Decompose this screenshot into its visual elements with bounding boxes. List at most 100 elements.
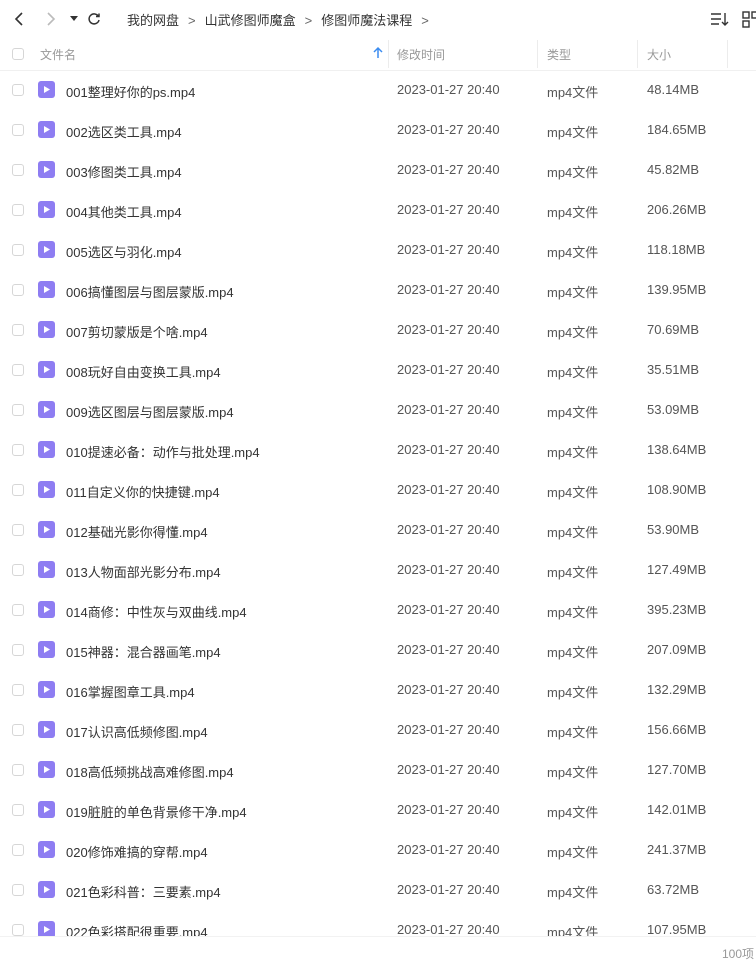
row-checkbox[interactable] <box>12 484 24 496</box>
file-name[interactable]: 002选区类工具.mp4 <box>66 122 182 141</box>
view-mode-button[interactable] <box>742 10 756 28</box>
video-file-icon <box>38 721 55 738</box>
refresh-button[interactable] <box>84 9 104 29</box>
row-checkbox[interactable] <box>12 444 24 456</box>
file-name[interactable]: 004其他类工具.mp4 <box>66 202 182 221</box>
file-name[interactable]: 012基础光影你得懂.mp4 <box>66 522 208 541</box>
file-size: 139.95MB <box>647 282 707 297</box>
row-checkbox[interactable] <box>12 644 24 656</box>
file-name[interactable]: 007剪切蒙版是个啥.mp4 <box>66 322 208 341</box>
forward-button[interactable] <box>40 9 60 29</box>
row-checkbox[interactable] <box>12 364 24 376</box>
back-button[interactable] <box>10 9 30 29</box>
row-checkbox[interactable] <box>12 124 24 136</box>
file-type: mp4文件 <box>547 205 599 220</box>
row-checkbox[interactable] <box>12 724 24 736</box>
file-name[interactable]: 021色彩科普：三要素.mp4 <box>66 882 221 901</box>
video-file-icon <box>38 121 55 138</box>
file-row[interactable]: 001整理好你的ps.mp4 2023-01-27 20:40 mp4文件 48.14… <box>0 70 756 110</box>
file-row[interactable]: 018高低频挑战高难修图.mp4 2023-01-27 20:40 mp4文件 127… <box>0 750 756 790</box>
breadcrumb-item-current[interactable]: 修图师魔法课程 <box>321 10 412 29</box>
file-row[interactable]: 005选区与羽化.mp4 2023-01-27 20:40 mp4文件 118.18M… <box>0 230 756 270</box>
file-name[interactable]: 006搞懂图层与图层蒙版.mp4 <box>66 282 234 301</box>
file-name[interactable]: 015神器：混合器画笔.mp4 <box>66 642 221 661</box>
file-row[interactable]: 022色彩搭配很重要.mp4 2023-01-27 20:40 mp4文件 107.9… <box>0 910 756 936</box>
history-dropdown-button[interactable] <box>64 9 84 29</box>
file-row[interactable]: 017认识高低频修图.mp4 2023-01-27 20:40 mp4文件 156.6… <box>0 710 756 750</box>
file-row[interactable]: 013人物面部光影分布.mp4 2023-01-27 20:40 mp4文件 127.… <box>0 550 756 590</box>
file-type: mp4文件 <box>547 485 599 500</box>
file-name[interactable]: 008玩好自由变换工具.mp4 <box>66 362 221 381</box>
select-all-checkbox[interactable] <box>12 48 24 60</box>
row-checkbox[interactable] <box>12 884 24 896</box>
file-row[interactable]: 007剪切蒙版是个啥.mp4 2023-01-27 20:40 mp4文件 70.69… <box>0 310 756 350</box>
file-name[interactable]: 013人物面部光影分布.mp4 <box>66 562 221 581</box>
status-bar: 100项 <box>0 936 756 968</box>
column-divider[interactable] <box>727 40 728 68</box>
file-name[interactable]: 016掌握图章工具.mp4 <box>66 682 195 701</box>
file-size: 184.65MB <box>647 122 707 137</box>
file-name[interactable]: 001整理好你的ps.mp4 <box>66 82 195 101</box>
file-name[interactable]: 020修饰难搞的穿帮.mp4 <box>66 842 208 861</box>
column-modified-header[interactable]: 修改时间 <box>397 46 445 63</box>
row-checkbox[interactable] <box>12 764 24 776</box>
column-divider[interactable] <box>388 40 389 68</box>
file-name[interactable]: 003修图类工具.mp4 <box>66 162 182 181</box>
video-file-icon <box>38 281 55 298</box>
file-name[interactable]: 017认识高低频修图.mp4 <box>66 722 208 741</box>
file-name[interactable]: 005选区与羽化.mp4 <box>66 242 182 261</box>
file-row[interactable]: 021色彩科普：三要素.mp4 2023-01-27 20:40 mp4文件 63.7… <box>0 870 756 910</box>
file-row[interactable]: 010提速必备：动作与批处理.mp4 2023-01-27 20:40 mp4文件 1… <box>0 430 756 470</box>
column-divider[interactable] <box>637 40 638 68</box>
sort-icon <box>711 13 729 26</box>
file-name[interactable]: 022色彩搭配很重要.mp4 <box>66 922 208 936</box>
column-type-header[interactable]: 类型 <box>547 46 571 63</box>
file-type: mp4文件 <box>547 565 599 580</box>
video-file-icon <box>38 441 55 458</box>
file-name[interactable]: 018高低频挑战高难修图.mp4 <box>66 762 234 781</box>
sort-button[interactable] <box>710 10 730 28</box>
file-name[interactable]: 014商修：中性灰与双曲线.mp4 <box>66 602 247 621</box>
file-row[interactable]: 008玩好自由变换工具.mp4 2023-01-27 20:40 mp4文件 35.5… <box>0 350 756 390</box>
file-modified: 2023-01-27 20:40 <box>397 122 500 137</box>
row-checkbox[interactable] <box>12 564 24 576</box>
row-checkbox[interactable] <box>12 684 24 696</box>
file-row[interactable]: 015神器：混合器画笔.mp4 2023-01-27 20:40 mp4文件 207.… <box>0 630 756 670</box>
file-name[interactable]: 019脏脏的单色背景修干净.mp4 <box>66 802 247 821</box>
row-checkbox[interactable] <box>12 924 24 936</box>
column-divider[interactable] <box>537 40 538 68</box>
file-modified: 2023-01-27 20:40 <box>397 442 500 457</box>
video-file-icon <box>38 521 55 538</box>
row-checkbox[interactable] <box>12 404 24 416</box>
column-name-header[interactable]: 文件名 <box>40 46 76 63</box>
file-modified: 2023-01-27 20:40 <box>397 162 500 177</box>
breadcrumb-item-folder[interactable]: 山武修图师魔盒 <box>205 10 296 29</box>
row-checkbox[interactable] <box>12 324 24 336</box>
file-row[interactable]: 016掌握图章工具.mp4 2023-01-27 20:40 mp4文件 132.29… <box>0 670 756 710</box>
file-row[interactable]: 019脏脏的单色背景修干净.mp4 2023-01-27 20:40 mp4文件 14… <box>0 790 756 830</box>
row-checkbox[interactable] <box>12 244 24 256</box>
column-size-header[interactable]: 大小 <box>647 46 671 63</box>
file-row[interactable]: 004其他类工具.mp4 2023-01-27 20:40 mp4文件 206.26M… <box>0 190 756 230</box>
file-row[interactable]: 006搞懂图层与图层蒙版.mp4 2023-01-27 20:40 mp4文件 139… <box>0 270 756 310</box>
file-name[interactable]: 010提速必备：动作与批处理.mp4 <box>66 442 260 461</box>
file-name[interactable]: 011自定义你的快捷键.mp4 <box>66 482 220 501</box>
file-row[interactable]: 002选区类工具.mp4 2023-01-27 20:40 mp4文件 184.65M… <box>0 110 756 150</box>
file-row[interactable]: 003修图类工具.mp4 2023-01-27 20:40 mp4文件 45.82MB <box>0 150 756 190</box>
breadcrumb-item-root[interactable]: 我的网盘 <box>127 10 179 29</box>
file-row[interactable]: 012基础光影你得懂.mp4 2023-01-27 20:40 mp4文件 53.90… <box>0 510 756 550</box>
file-name[interactable]: 009选区图层与图层蒙版.mp4 <box>66 402 234 421</box>
row-checkbox[interactable] <box>12 604 24 616</box>
row-checkbox[interactable] <box>12 524 24 536</box>
row-checkbox[interactable] <box>12 204 24 216</box>
row-checkbox[interactable] <box>12 84 24 96</box>
file-row[interactable]: 014商修：中性灰与双曲线.mp4 2023-01-27 20:40 mp4文件 39… <box>0 590 756 630</box>
row-checkbox[interactable] <box>12 284 24 296</box>
row-checkbox[interactable] <box>12 844 24 856</box>
video-file-icon <box>38 681 55 698</box>
row-checkbox[interactable] <box>12 804 24 816</box>
file-row[interactable]: 009选区图层与图层蒙版.mp4 2023-01-27 20:40 mp4文件 53.… <box>0 390 756 430</box>
file-row[interactable]: 011自定义你的快捷键.mp4 2023-01-27 20:40 mp4文件 108.… <box>0 470 756 510</box>
file-row[interactable]: 020修饰难搞的穿帮.mp4 2023-01-27 20:40 mp4文件 241.3… <box>0 830 756 870</box>
row-checkbox[interactable] <box>12 164 24 176</box>
